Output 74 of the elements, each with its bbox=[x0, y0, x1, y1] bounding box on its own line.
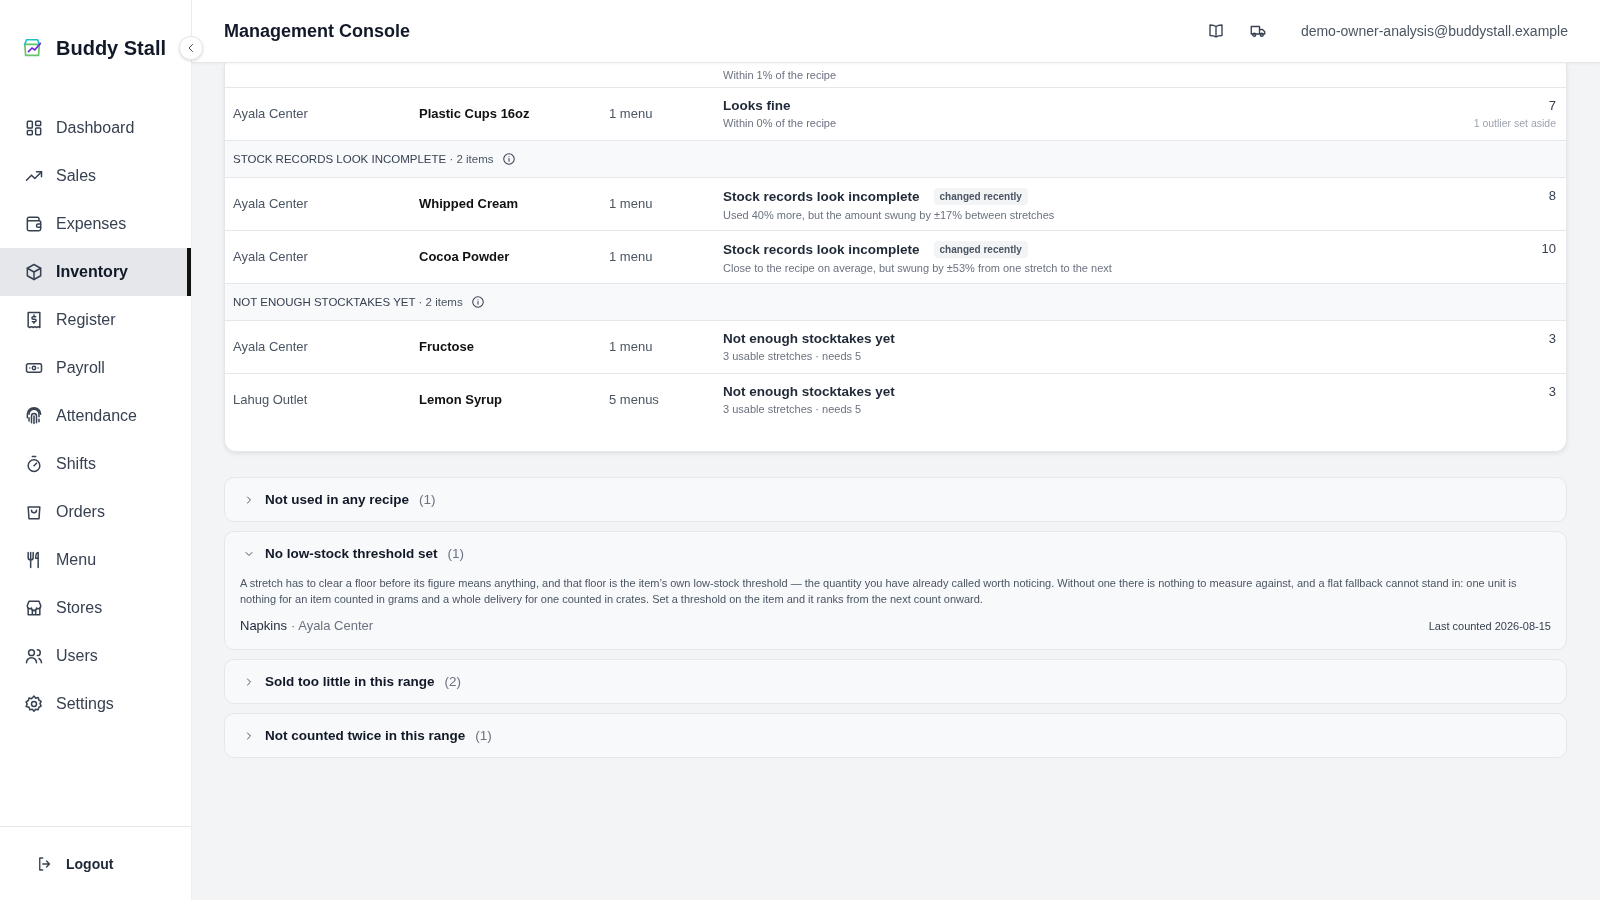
status-note: 3 usable stretches · needs 5 bbox=[723, 403, 863, 415]
store-name: · Ayala Center bbox=[290, 618, 375, 633]
item-name: Lemon Syrup bbox=[419, 391, 504, 407]
info-icon bbox=[501, 152, 516, 166]
nav-item[interactable]: Users bbox=[0, 632, 191, 680]
nav-item[interactable]: Settings bbox=[0, 680, 191, 728]
section-description: A stretch has to clear a floor before its figure means anything, and that floor is the item’s own low-stock threshold — the quantity you have already called worth noticing. Without one there is nothing to measure against, and a flat fallback cannot stand in: one unit is nothing for an item counted in grams and a whole delivery for one counted in crates. Set a threshold on the item and it ranks from the next count onward. bbox=[240, 576, 1518, 607]
store-icon bbox=[24, 598, 44, 618]
wallet-icon bbox=[24, 214, 44, 234]
settings-icon bbox=[24, 694, 44, 714]
user-email: demo-owner-analysis@buddystall.example bbox=[1300, 23, 1568, 39]
status-label: Stock records look incomplete bbox=[723, 242, 920, 257]
nav-item[interactable]: Menu bbox=[0, 536, 191, 584]
count-value: 8 bbox=[1548, 188, 1556, 203]
nav-item[interactable]: Expenses bbox=[0, 200, 191, 248]
section-toggle[interactable]: Not used in any recipe (1) bbox=[225, 478, 1566, 521]
status-note: Close to the recipe on average, but swung by ±53% from one stretch to the next bbox=[723, 262, 1113, 274]
count-value: 7 bbox=[1548, 98, 1556, 113]
last-counted: Last counted 2026-08-15 bbox=[1428, 619, 1551, 632]
group-title: STOCK RECORDS LOOK INCOMPLETE · 2 items bbox=[233, 153, 494, 165]
menu-count: 5 menus bbox=[609, 391, 660, 407]
item-name: Cocoa Powder bbox=[419, 248, 511, 264]
status-tag: changed recently bbox=[933, 241, 1028, 258]
count-value: 3 bbox=[1548, 331, 1556, 346]
nav-item[interactable]: Shifts bbox=[0, 440, 191, 488]
page-title: Management Console bbox=[224, 20, 412, 42]
section-toggle[interactable]: Not counted twice in this range (1) bbox=[225, 714, 1566, 757]
menu-count: 1 menu bbox=[609, 195, 654, 211]
brand-name: Buddy Stall bbox=[56, 36, 166, 60]
menu-count: 1 menu bbox=[609, 105, 654, 121]
status-note: 3 usable stretches · needs 5 bbox=[723, 350, 863, 362]
nav-item[interactable]: Dashboard bbox=[0, 104, 191, 152]
logo-icon bbox=[22, 37, 44, 59]
store-name: Ayala Center bbox=[233, 338, 309, 354]
status-label: Stock records look incomplete bbox=[723, 189, 920, 204]
receipt-icon bbox=[24, 310, 44, 330]
store-name: Lahug Outlet bbox=[233, 391, 309, 407]
section-toggle[interactable]: Sold too little in this range (2) bbox=[225, 660, 1566, 703]
store-name: Ayala Center bbox=[233, 248, 309, 264]
item-name: Fructose bbox=[419, 338, 475, 354]
status-note: Within 0% of the recipe bbox=[723, 117, 838, 129]
status-note: Used 40% more, but the amount swung by ±17% between stretches bbox=[723, 209, 1056, 221]
status-tag: changed recently bbox=[933, 188, 1028, 205]
logout-button[interactable]: Logout bbox=[36, 850, 114, 877]
group-title: NOT ENOUGH STOCKTAKES YET · 2 items bbox=[233, 296, 463, 308]
nav-item[interactable]: Orders bbox=[0, 488, 191, 536]
status-label: Not enough stocktakes yet bbox=[723, 384, 895, 399]
nav-item[interactable]: Stores bbox=[0, 584, 191, 632]
nav-item[interactable]: Attendance bbox=[0, 392, 191, 440]
menu-count: 1 menu bbox=[609, 248, 654, 264]
menu-count: 1 menu bbox=[609, 338, 654, 354]
item-name: Napkins bbox=[240, 618, 287, 633]
count-note: 1 outlier set aside bbox=[1473, 117, 1556, 129]
nav-item[interactable]: Register bbox=[0, 296, 191, 344]
section-toggle[interactable]: No low-stock threshold set (1) bbox=[225, 532, 1566, 575]
cube-icon bbox=[24, 262, 44, 282]
store-name: Ayala Center bbox=[233, 195, 309, 211]
status-note: Within 1% of the recipe bbox=[723, 69, 837, 81]
users-icon bbox=[24, 646, 44, 666]
stopwatch-icon bbox=[24, 454, 44, 474]
count-value: 3 bbox=[1548, 384, 1556, 399]
item-name: Whipped Cream bbox=[419, 195, 519, 211]
count-value: 10 bbox=[1541, 241, 1556, 256]
status-label: Looks fine bbox=[723, 98, 791, 113]
nav-item[interactable]: Payroll bbox=[0, 344, 191, 392]
store-name: Ayala Center bbox=[233, 105, 309, 121]
status-label: Not enough stocktakes yet bbox=[723, 331, 895, 346]
book-icon bbox=[1206, 22, 1225, 40]
item-name: Plastic Cups 16oz bbox=[419, 105, 531, 121]
grid-icon bbox=[24, 118, 44, 138]
info-icon bbox=[470, 295, 485, 309]
nav-item[interactable]: Sales bbox=[0, 152, 191, 200]
nav-item[interactable]: Inventory bbox=[0, 248, 191, 296]
fingerprint-icon bbox=[24, 406, 44, 426]
